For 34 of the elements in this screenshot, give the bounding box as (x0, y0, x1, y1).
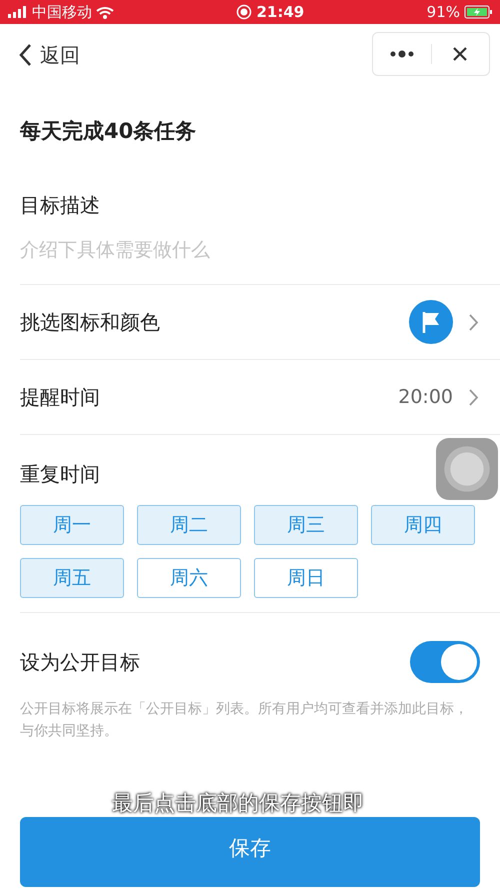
weekday-toggle[interactable]: 周一 (20, 505, 124, 545)
assistive-touch-button[interactable] (436, 438, 498, 500)
chevron-right-icon (469, 388, 478, 406)
close-icon (452, 46, 468, 62)
public-toggle[interactable] (410, 641, 480, 683)
reminder-time: 20:00 (398, 384, 453, 410)
save-button[interactable]: 保存 (20, 817, 480, 888)
record-icon (236, 4, 252, 20)
help-text: 公开目标将展示在「公开目标」列表。所有用户均可查看并添加此目标，与你共同坚持。 (20, 700, 469, 741)
field-label: 目标描述 (20, 192, 101, 218)
weekday-toggle[interactable]: 周二 (137, 505, 241, 545)
carrier-name: 中国移动 (32, 2, 92, 23)
battery-level: 91% (426, 2, 460, 23)
clock-time: 21:49 (256, 2, 304, 23)
settings-row[interactable]: 挑选图标和颜色 (20, 285, 500, 360)
weekday-toggle[interactable]: 周四 (371, 505, 475, 545)
more-icon (388, 50, 415, 58)
weekday-toggle[interactable]: 周日 (254, 558, 358, 598)
battery-icon (464, 5, 492, 19)
back-icon (18, 43, 32, 67)
field-label: 重复时间 (20, 461, 101, 488)
video-caption: 最后点击底部的保存按钮即 (112, 790, 364, 817)
wifi-icon (96, 6, 114, 18)
back-button[interactable]: 返回 (18, 40, 80, 70)
row-label: 提醒时间 (20, 384, 100, 411)
weekday-toggle[interactable]: 周五 (20, 558, 124, 598)
weekday-toggle[interactable]: 周六 (137, 558, 241, 598)
row-label: 挑选图标和颜色 (20, 309, 160, 336)
chevron-right-icon (469, 314, 478, 330)
goal-title: 每天完成40条任务 (19, 118, 198, 145)
field-label: 设为公开目标 (20, 649, 140, 676)
settings-row[interactable]: 提醒时间 20:00 (20, 360, 500, 435)
signal-icon (8, 6, 28, 18)
weekday-toggle[interactable]: 周三 (254, 505, 358, 545)
